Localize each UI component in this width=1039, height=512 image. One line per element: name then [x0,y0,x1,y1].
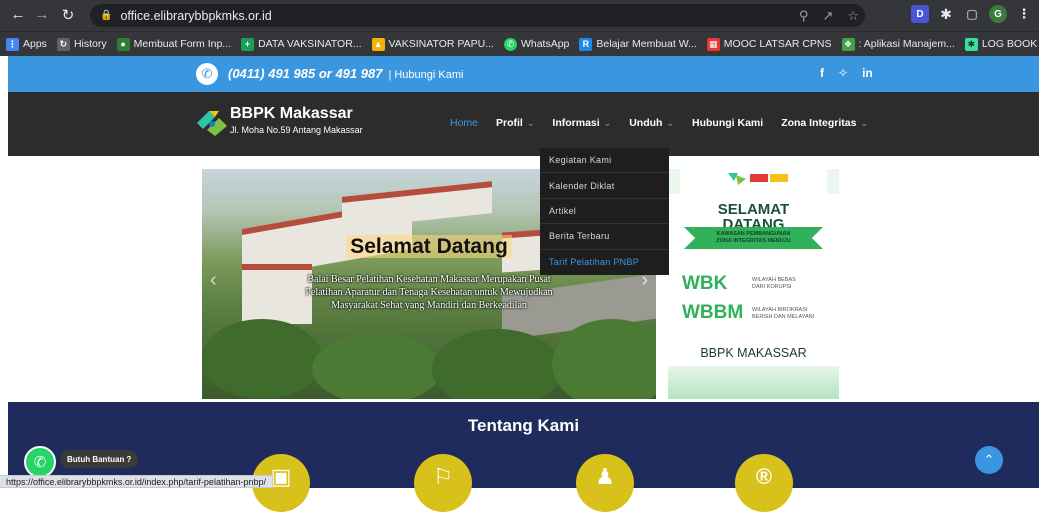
dropdown-item-kegiatan-kami[interactable]: Kegiatan Kami [540,148,669,174]
whatsapp-help-label[interactable]: Butuh Bantuan ? [60,450,139,468]
bookmark-log-book[interactable]: ✱LOG BOOK | Linktree [964,37,1039,51]
dropdown-item-artikel[interactable]: Artikel [540,199,669,225]
bookmark-vaksinator-papua[interactable]: ▲ VAKSINATOR PAPU... [371,37,494,51]
poster-band: KAWASAN PEMBANGUNAN ZONA INTEGRITAS MENU… [684,227,823,249]
bookmark-apps[interactable]: ⋮ Apps [6,37,47,51]
chevron-up-icon: ⌃ [983,452,995,467]
linktree-icon: ✱ [964,37,978,51]
lock-icon: 🔒 [100,10,113,21]
history-icon: ↻ [56,37,70,51]
bookmark-star-icon[interactable]: ☆ [847,8,859,24]
zoom-icon[interactable]: ⚲ [799,8,809,24]
people-icon[interactable]: ♟ [576,454,634,512]
poster-wbbm: WBBM [682,302,744,323]
slider-prev-icon[interactable]: ‹ [210,269,217,292]
poster-org-name: BBPK MAKASSAR [700,346,807,360]
sidebar-icon[interactable]: ▢ [963,5,981,23]
linkedin-icon[interactable]: in [862,66,873,80]
mooc-icon: ▦ [706,37,720,51]
poster-wbk-desc: WILAYAH BEBAS DARI KORUPSI [752,277,796,290]
dropdown-item-kalender-diklat[interactable]: Kalender Diklat [540,173,669,199]
forward-icon[interactable]: → [30,6,54,23]
nav-item-unduh[interactable]: Unduh ⌄ [629,117,674,129]
whatsapp-icon: ✆ [33,454,47,471]
phone-number: (0411) 491 985 or 491 987 [228,66,383,81]
chevron-down-icon: ⌄ [860,118,868,128]
browser-toolbar: ← → ↻ 🔒 office.elibrarybbpkmks.or.id ⚲ ↗… [0,0,1039,31]
chevron-down-icon: ⌄ [666,118,675,128]
app-icon: ❖ [841,37,855,51]
poster-footer [668,366,839,399]
profile-avatar-icon[interactable]: G [989,5,1007,23]
address-bar[interactable]: 🔒 office.elibrarybbpkmks.or.id [90,4,865,27]
tree [202,319,322,399]
bookmark-whatsapp[interactable]: ✆ WhatsApp [503,37,569,51]
kebab-menu-icon[interactable]: ⋮ [1015,5,1033,23]
link-status-bar: https://office.elibrarybbpkmks.or.id/ind… [0,475,273,488]
dropdown-item-tarif-pelatihan[interactable]: Tarif Pelatihan PNBP [540,250,669,275]
scroll-to-top-button[interactable]: ⌃ [975,446,1003,474]
bookmark-history[interactable]: ↻ History [56,37,107,51]
share-icon[interactable]: ↗ [822,8,833,24]
poster-wbk: WBK [682,273,728,294]
nav-item-profil[interactable]: Profil ⌄ [496,117,534,129]
contact-label: | Hubungi Kami [388,69,464,81]
twitter-icon[interactable]: ✧ [838,66,848,80]
nav-menu: Home Profil ⌄ Informasi ⌄ Unduh ⌄ Hubungi K… [450,117,868,129]
drive-icon: ▲ [371,37,385,51]
nav-item-hubungi-kami[interactable]: Hubungi Kami [692,117,763,129]
extensions-puzzle-icon[interactable]: ✱ [937,5,955,23]
nav-item-informasi[interactable]: Informasi ⌄ [552,117,611,129]
phone-icon: ✆ [196,63,218,85]
chevron-down-icon: ⌄ [526,118,535,128]
nav-item-home[interactable]: Home [450,117,478,129]
phone-contact[interactable]: (0411) 491 985 or 491 987 | Hubungi Kami [228,66,463,81]
contact-topbar: ✆ (0411) 491 985 or 491 987 | Hubungi Kam… [8,56,1039,92]
dropdown-item-berita-terbaru[interactable]: Berita Terbaru [540,224,669,250]
address-bar-url: office.elibrarybbpkmks.or.id [120,8,272,23]
campus-building [342,181,492,229]
registered-icon[interactable]: ® [735,454,793,512]
about-title: Tentang Kami [467,416,580,435]
r-icon: R [579,37,593,51]
chevron-down-icon: ⌄ [603,118,612,128]
cross-icon: + [241,37,255,51]
tree [312,334,442,399]
slider-description: Balai Besar Pelatihan Kesehatan Makassar… [305,274,553,311]
apps-grid-icon: ⋮ [6,37,19,51]
bookmark-aplikasi[interactable]: ❖: Aplikasi Manajem... [841,37,955,51]
tree [432,329,562,399]
nav-item-zona-integritas[interactable]: Zona Integritas ⌄ [781,117,868,129]
poster-wbbm-desc: WILAYAH BIROKRASI BERSIH DAN MELAYANI [752,307,815,320]
zona-integritas-poster[interactable]: SELAMAT DATANG KAWASAN PEMBANGUNAN ZONA … [668,169,839,399]
poster-header-logos [668,169,839,194]
whatsapp-chat-button[interactable]: ✆ [24,446,56,478]
whatsapp-icon: ✆ [503,37,517,51]
main-navbar: BBPK Makassar Jl. Moha No.59 Antang Maka… [8,92,1039,156]
brand-address: Jl. Moha No.59 Antang Makassar [230,125,363,135]
bookmark-data-vaksinator[interactable]: + DATA VAKSINATOR... [241,37,362,51]
building-icon[interactable]: ⚐ [414,454,472,512]
bookmark-belajar-membuat[interactable]: R Belajar Membuat W... [579,37,697,51]
reload-icon[interactable]: ↻ [56,6,80,24]
bbpk-logo-icon[interactable] [195,108,229,138]
site-icon: ● [116,37,130,51]
back-icon[interactable]: ← [6,6,30,23]
bookmark-mooc-latsar[interactable]: ▦ MOOC LATSAR CPNS [706,37,832,51]
brand-name[interactable]: BBPK Makassar [230,105,353,123]
facebook-icon[interactable]: f [820,66,824,80]
informasi-dropdown: Kegiatan Kami Kalender Diklat Artikel Be… [540,148,669,275]
extension-d-icon[interactable]: D [911,5,929,23]
bookmark-membuat-form[interactable]: ● Membuat Form Inp... [116,37,231,51]
bookmarks-bar: ⋮ Apps ↻ History ● Membuat Form Inp... + DAT… [0,31,1039,56]
